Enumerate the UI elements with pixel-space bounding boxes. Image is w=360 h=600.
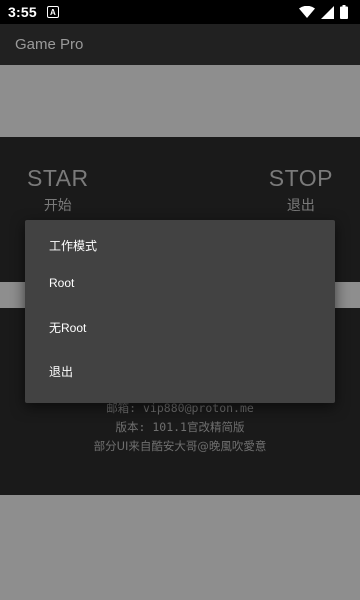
stop-sublabel: 退出 [286, 198, 315, 214]
app-bar: Game Pro [0, 24, 360, 65]
stop-label: STOP [268, 165, 333, 191]
status-right [299, 5, 348, 19]
footer-area [0, 495, 360, 600]
app-title: Game Pro [15, 36, 84, 53]
status-bar: 3:55 A [0, 0, 360, 24]
status-time: 3:55 [8, 4, 37, 20]
start-button[interactable]: STAR 开始 [27, 165, 89, 215]
option-root[interactable]: Root [25, 261, 335, 305]
version-text: 版本: 101.1官改精简版 [115, 420, 245, 434]
start-sublabel: 开始 [43, 198, 72, 214]
wifi-icon [299, 6, 315, 18]
battery-icon [340, 5, 348, 19]
stop-button[interactable]: STOP 退出 [269, 165, 333, 215]
credit-text: 部分UI来自酷安大哥@晚風吹愛意 [93, 439, 267, 453]
option-exit[interactable]: 退出 [25, 349, 335, 393]
start-label: STAR [27, 165, 89, 191]
work-mode-dialog: 工作模式 Root 无Root 退出 [25, 220, 335, 403]
status-left: 3:55 A [8, 4, 59, 20]
banner-area [0, 65, 360, 137]
option-no-root[interactable]: 无Root [25, 305, 335, 349]
notification-icon: A [46, 6, 59, 18]
info-block: 邮箱: vip880@proton.me 版本: 101.1官改精简版 部分UI… [0, 399, 360, 456]
signal-icon [321, 5, 334, 19]
dialog-title: 工作模式 [49, 239, 98, 253]
